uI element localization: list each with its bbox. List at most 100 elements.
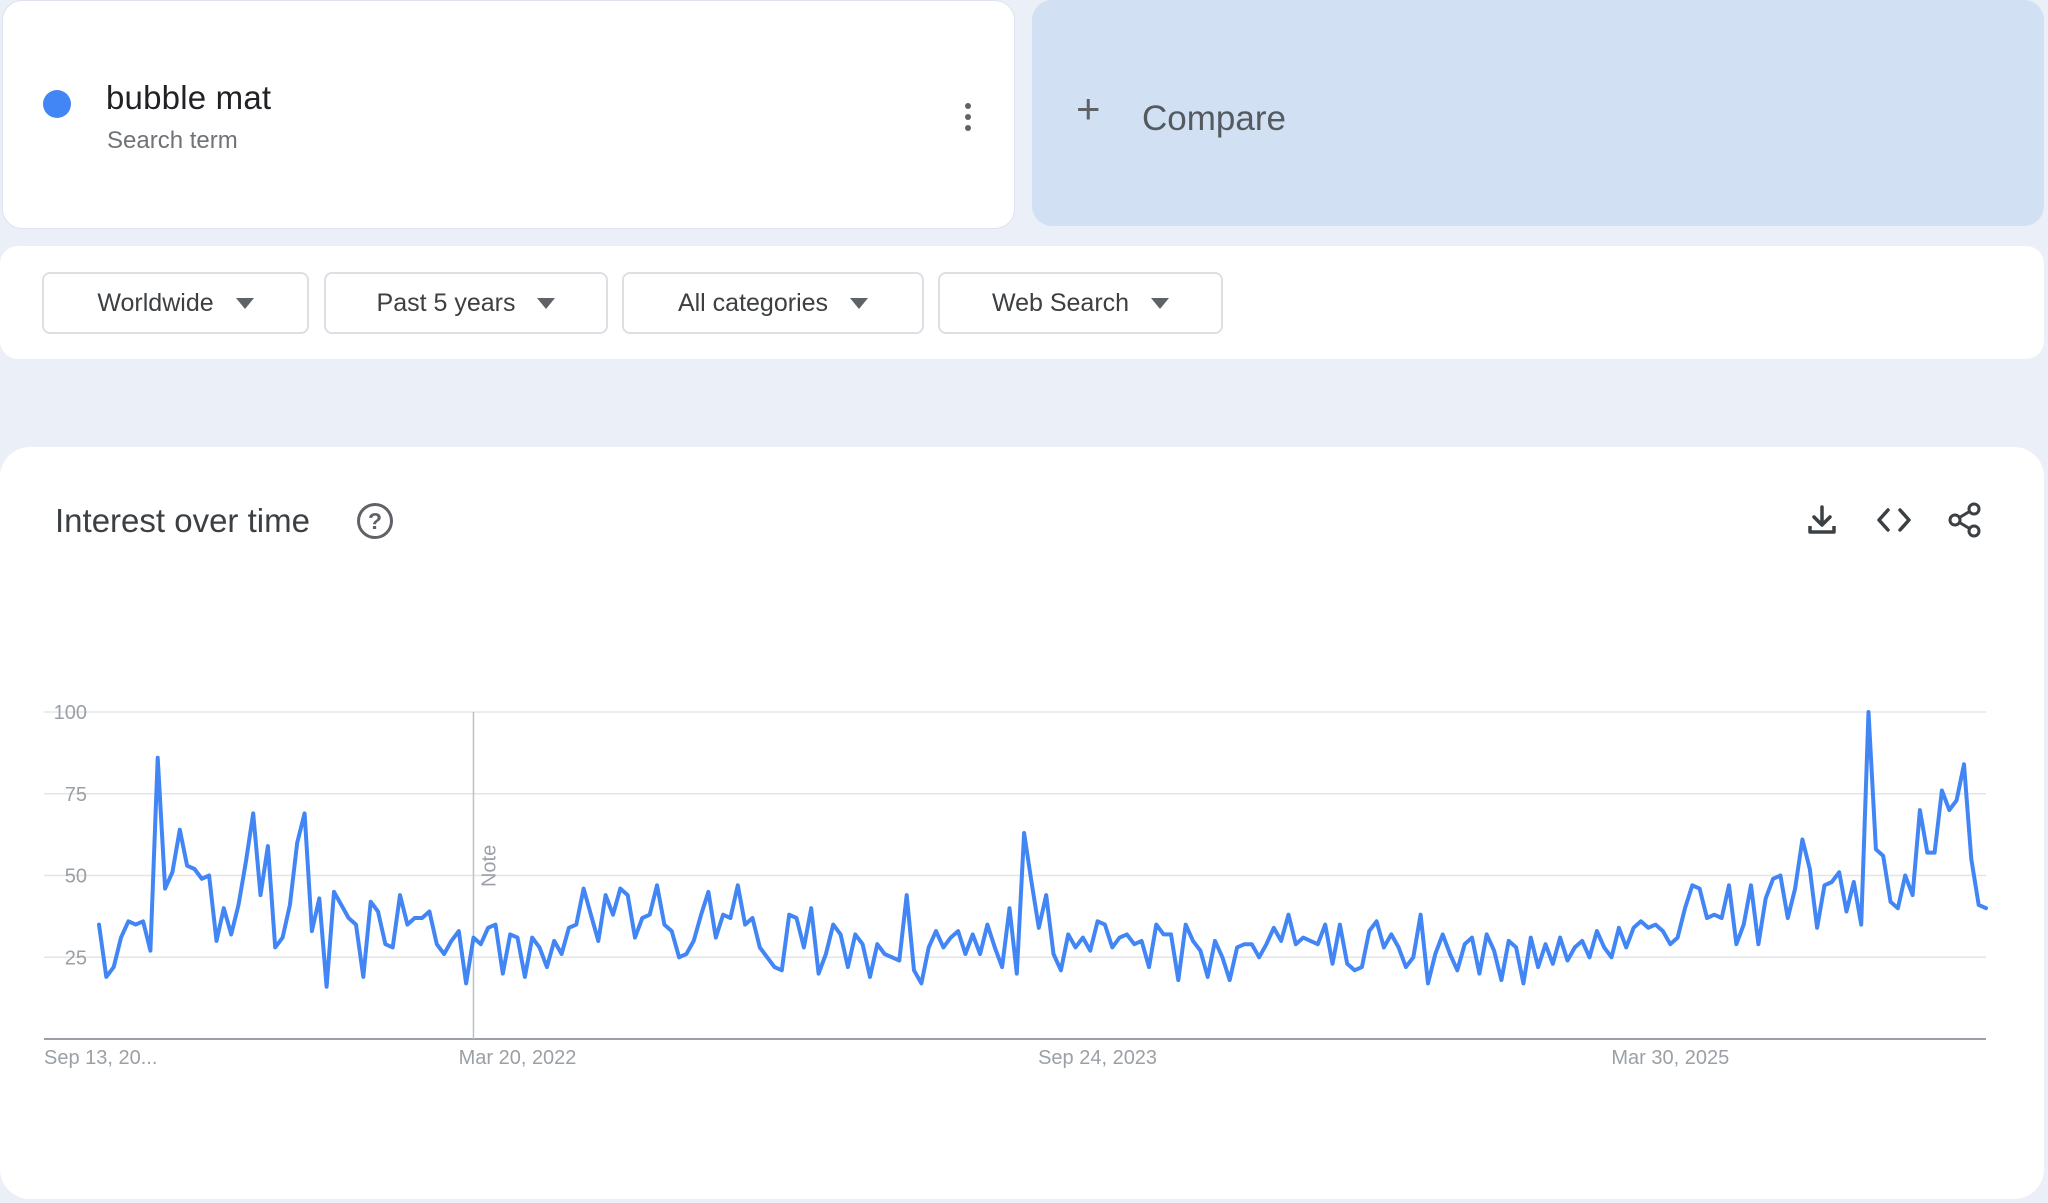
search-type-filter[interactable]: Web Search [938,272,1223,334]
data-point[interactable] [1410,954,1416,960]
data-point[interactable] [1572,944,1578,950]
data-point[interactable] [823,951,829,957]
data-point[interactable] [1124,931,1130,937]
data-point[interactable] [1462,941,1468,947]
data-point[interactable] [1660,928,1666,934]
data-point[interactable] [1528,935,1534,941]
data-point[interactable] [529,935,535,941]
data-point[interactable] [133,922,139,928]
data-point[interactable] [1388,931,1394,937]
data-point[interactable] [441,951,447,957]
data-point[interactable] [918,980,924,986]
data-point[interactable] [324,984,330,990]
data-point[interactable] [1564,958,1570,964]
data-point[interactable] [191,866,197,872]
data-point[interactable] [1396,944,1402,950]
data-point[interactable] [404,922,410,928]
data-point[interactable] [199,876,205,882]
data-point[interactable] [412,915,418,921]
data-point[interactable] [316,895,322,901]
data-point[interactable] [639,915,645,921]
data-point[interactable] [258,892,264,898]
more-options-icon[interactable] [953,97,983,137]
data-point[interactable] [1873,846,1879,852]
data-point[interactable] [294,840,300,846]
data-point[interactable] [669,928,675,934]
data-point[interactable] [1924,850,1930,856]
data-point[interactable] [485,925,491,931]
data-point[interactable] [250,810,256,816]
data-point[interactable] [221,905,227,911]
data-point[interactable] [338,902,344,908]
data-point[interactable] [1454,967,1460,973]
data-point[interactable] [118,935,124,941]
data-point[interactable] [228,931,234,937]
region-filter[interactable]: Worldwide [42,272,309,334]
data-point[interactable] [948,935,954,941]
data-point[interactable] [353,922,359,928]
data-point[interactable] [1322,922,1328,928]
data-point[interactable] [970,931,976,937]
data-point[interactable] [1932,850,1938,856]
data-point[interactable] [1792,886,1798,892]
data-point[interactable] [1535,964,1541,970]
data-point[interactable] [1249,941,1255,947]
data-point[interactable] [603,892,609,898]
data-point[interactable] [1014,971,1020,977]
data-point[interactable] [309,928,315,934]
data-point[interactable] [1748,882,1754,888]
data-point[interactable] [1520,980,1526,986]
data-point[interactable] [1770,876,1776,882]
data-point[interactable] [1829,879,1835,885]
data-point[interactable] [1469,935,1475,941]
data-point[interactable] [331,889,337,895]
data-point[interactable] [874,941,880,947]
data-point[interactable] [801,944,807,950]
data-point[interactable] [1682,905,1688,911]
data-point[interactable] [360,974,366,980]
data-point[interactable] [1711,912,1717,918]
compare-button[interactable]: + Compare [1032,0,2044,226]
data-point[interactable] [1807,866,1813,872]
data-point[interactable] [647,912,653,918]
data-point[interactable] [1579,938,1585,944]
data-point[interactable] [463,980,469,986]
data-point[interactable] [1910,892,1916,898]
data-point[interactable] [1073,944,1079,950]
data-point[interactable] [1631,925,1637,931]
data-point[interactable] [1366,928,1372,934]
data-point[interactable] [1036,925,1042,931]
data-point[interactable] [559,951,565,957]
data-point[interactable] [581,886,587,892]
data-point[interactable] [1175,977,1181,983]
data-point[interactable] [1168,931,1174,937]
data-point[interactable] [1498,977,1504,983]
data-point[interactable] [1645,925,1651,931]
data-point[interactable] [838,931,844,937]
data-point[interactable] [808,905,814,911]
data-point[interactable] [676,954,682,960]
data-point[interactable] [757,944,763,950]
data-point[interactable] [1557,935,1563,941]
data-point[interactable] [1939,787,1945,793]
data-point[interactable] [507,931,513,937]
data-point[interactable] [683,951,689,957]
data-point[interactable] [1381,944,1387,950]
data-point[interactable] [735,882,741,888]
data-point[interactable] [845,964,851,970]
data-point[interactable] [786,912,792,918]
data-point[interactable] [1763,895,1769,901]
data-point[interactable] [522,974,528,980]
data-point[interactable] [492,922,498,928]
data-point[interactable] [243,859,249,865]
data-point[interactable] [1197,948,1203,954]
data-point[interactable] [1719,915,1725,921]
data-point[interactable] [162,886,168,892]
data-point[interactable] [742,922,748,928]
data-point[interactable] [544,964,550,970]
data-point[interactable] [1021,830,1027,836]
data-point[interactable] [1403,964,1409,970]
data-point[interactable] [155,755,161,761]
data-point[interactable] [96,922,102,928]
data-point[interactable] [852,931,858,937]
